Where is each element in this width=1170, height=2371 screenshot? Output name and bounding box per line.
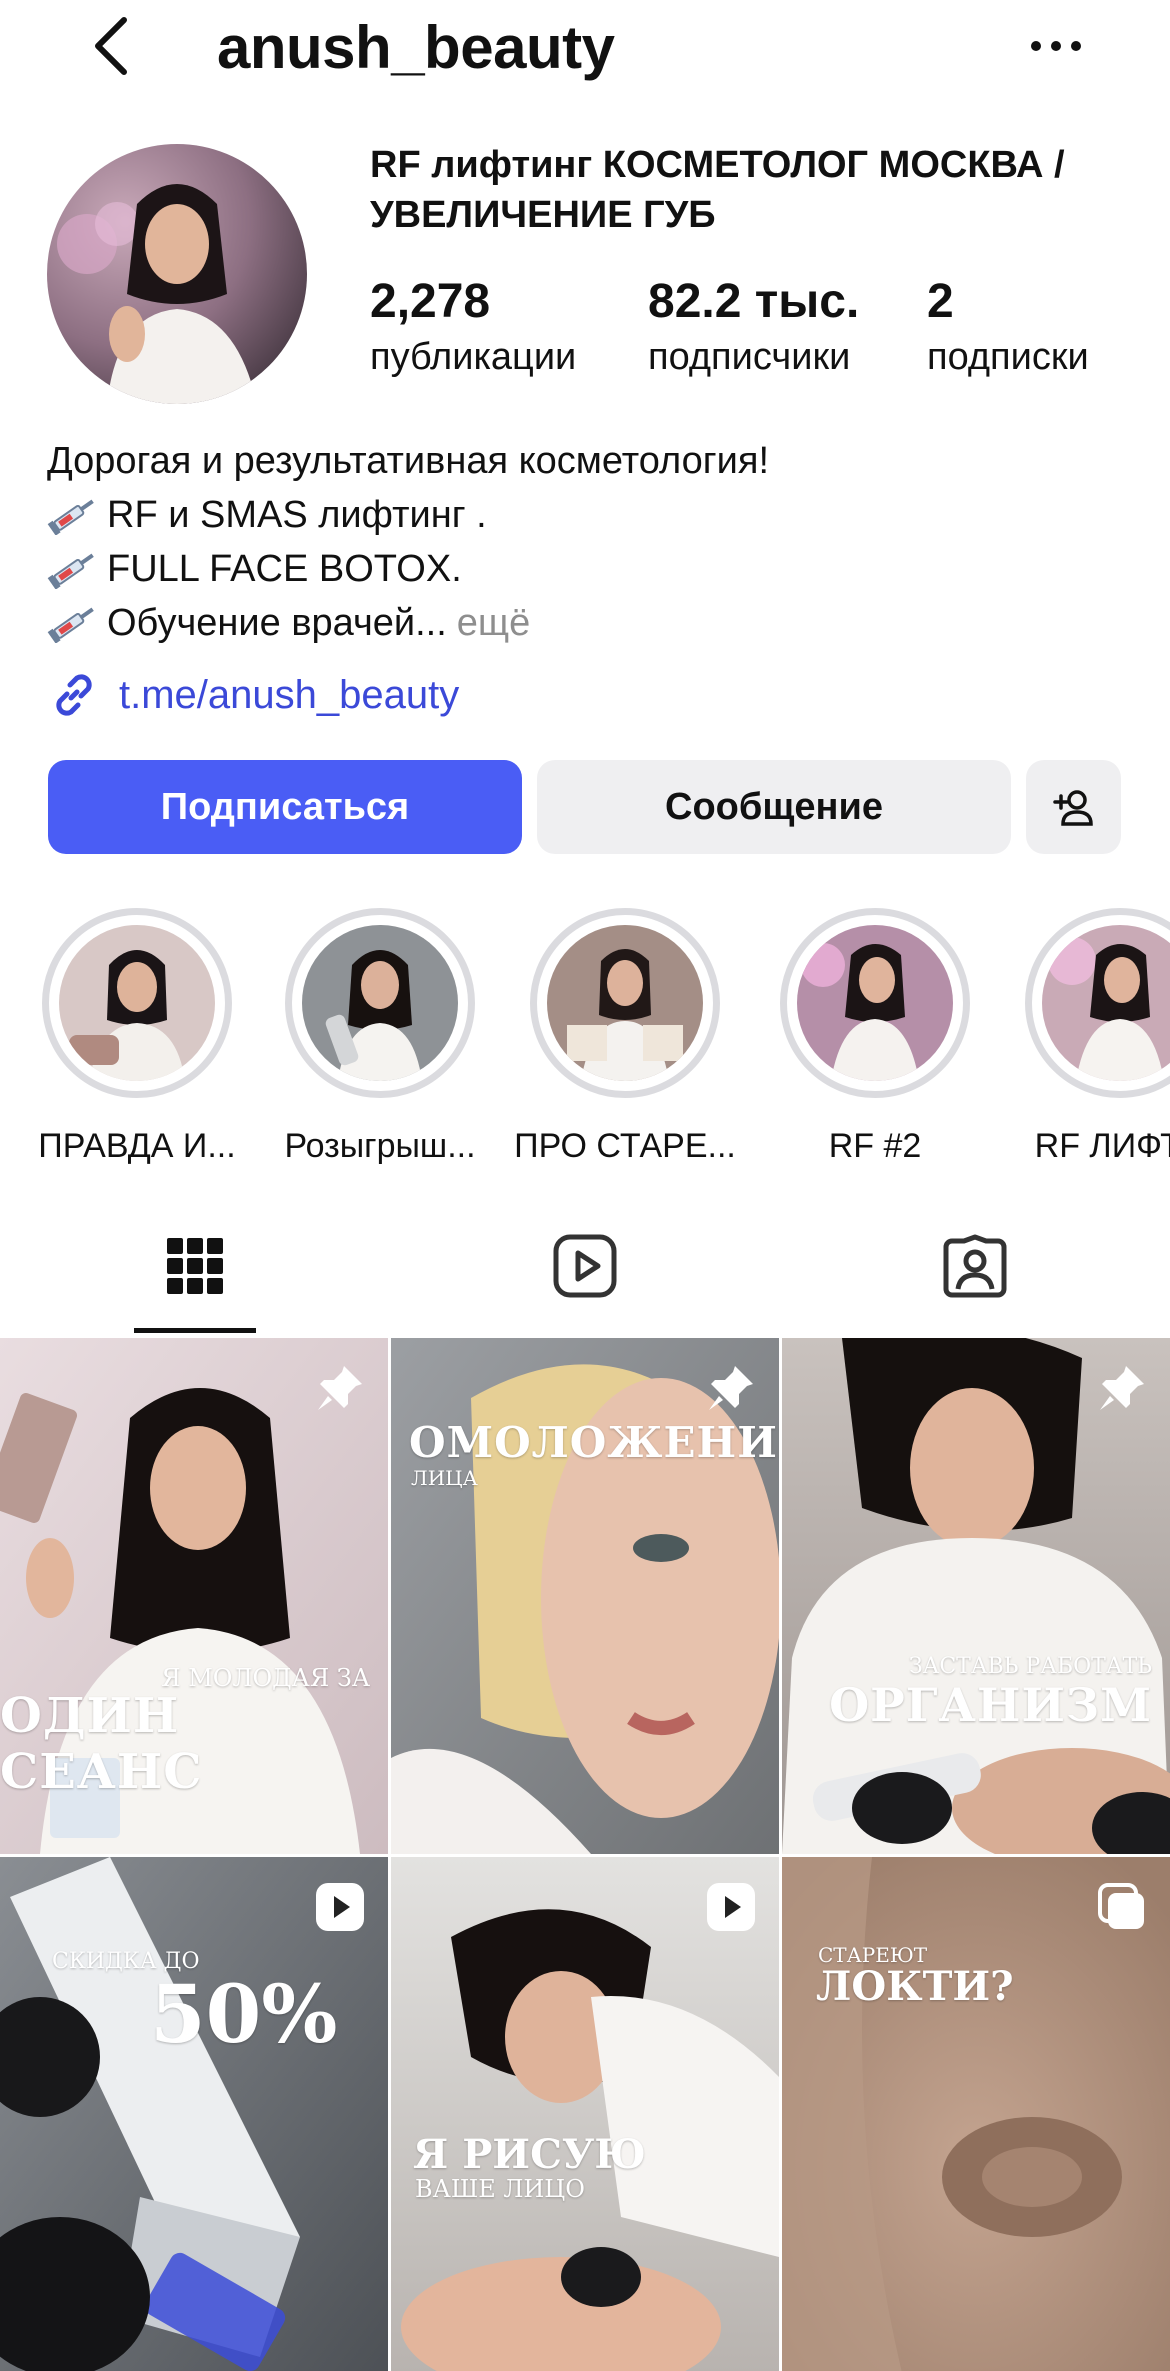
grid-icon [167,1238,223,1294]
bio-line: RF и SMAS лифтинг . [47,488,1127,542]
stat-following-value: 2 [927,275,954,328]
highlight-item[interactable]: RF #2 [750,908,1000,1166]
highlight-label: ПРО СТАРЕ... [514,1127,736,1165]
highlight-item[interactable]: ПРАВДА И... [12,908,262,1166]
syringe-icon [47,607,94,643]
post-thumbnail[interactable]: ОМОЛОЖЕНИЕ ЛИЦА [391,1338,779,1854]
bio-line: Обучение врачей... ещё [47,596,1127,650]
profile-link[interactable]: t.me/anush_beauty [47,668,459,722]
stat-following[interactable]: 2 подписки [927,272,1089,382]
highlight-cover [59,925,215,1081]
syringe-icon [47,553,94,589]
highlight-cover [797,925,953,1081]
highlight-label: Розыгрыш... [284,1127,476,1165]
tab-posts-grid[interactable] [0,1200,390,1332]
profile-link-text: t.me/anush_beauty [119,672,460,717]
highlight-ring [42,908,232,1098]
carousel-icon [1098,1883,1144,1929]
pin-icon [318,1366,362,1410]
post-caption-large: ОМОЛОЖЕНИЕ [409,1418,779,1467]
bio-line: FULL FACE BOTOX. [47,542,1127,596]
message-button[interactable]: Сообщение [537,760,1011,854]
stat-posts[interactable]: 2,278 публикации [370,272,576,382]
reel-icon [707,1883,755,1931]
profile-full-name: RF лифтинг КОСМЕТОЛОГ МОСКВА / УВЕЛИЧЕНИ… [370,144,1065,236]
pin-icon [709,1366,753,1410]
post-caption-large: ЛОКТИ? [816,1963,1014,2010]
top-bar: anush_beauty [0,0,1170,100]
highlight-cover [1042,925,1170,1081]
tagged-icon [943,1234,1007,1298]
reels-icon [553,1234,617,1298]
pin-icon [1100,1366,1144,1410]
profile-avatar[interactable] [47,144,307,404]
story-highlights: ПРАВДА И... Розыгрыш... ПРО СТАРЕ... RF … [0,908,1170,1168]
bio-text: FULL FACE BOTOX. [107,548,462,590]
link-icon [56,674,92,716]
highlight-item[interactable]: RF ЛИФТИ [995,908,1170,1166]
post-caption-small: ВАШЕ ЛИЦО [415,2175,585,2203]
suggest-users-button[interactable] [1026,760,1121,854]
bio-line: Дорогая и результативная косметология! [47,434,1127,488]
post-thumbnail[interactable]: Я МОЛОДАЯ ЗА ОДИН СЕАНС [0,1338,388,1854]
post-caption-large: ОРГАНИЗМ [829,1678,1152,1732]
post-thumbnail[interactable]: СКИДКА ДО 50% [0,1857,388,2371]
stat-posts-value: 2,278 [370,275,491,328]
highlight-ring [285,908,475,1098]
post-caption-small: ЗАСТАВЬ РАБОТАТЬ [908,1654,1152,1679]
post-thumbnail[interactable]: СТАРЕЮТ ЛОКТИ? [782,1857,1170,2371]
highlight-label: ПРАВДА И... [38,1127,236,1165]
stat-followers-value: 82.2 тыс. [648,275,860,328]
post-caption-large: Я РИСУЮ [413,2131,646,2178]
syringe-icon [47,499,94,535]
back-chevron-icon[interactable] [88,14,136,78]
highlight-cover [302,925,458,1081]
post-caption-large: 50% [150,1967,338,2061]
highlight-ring [780,908,970,1098]
active-tab-indicator [134,1328,256,1333]
profile-username: anush_beauty [217,14,615,81]
highlight-item[interactable]: ПРО СТАРЕ... [500,908,750,1166]
post-thumbnail[interactable]: Я РИСУЮ ВАШЕ ЛИЦО [391,1857,779,2371]
stat-following-label: подписки [927,336,1089,378]
follow-button[interactable]: Подписаться [48,760,522,854]
bio-more-link[interactable]: ещё [457,596,531,650]
highlight-ring [1025,908,1170,1098]
highlight-cover [547,925,703,1081]
tab-reels[interactable] [390,1200,780,1332]
highlight-label: RF ЛИФТИ [1034,1127,1170,1165]
bio-text: Обучение врачей... [107,602,447,644]
add-person-icon [1052,790,1093,826]
highlight-label: RF #2 [828,1127,922,1165]
more-options-icon[interactable] [1028,26,1084,66]
post-thumbnail[interactable]: ЗАСТАВЬ РАБОТАТЬ ОРГАНИЗМ [782,1338,1170,1854]
profile-bio: Дорогая и результативная косметология! R… [47,434,1127,650]
post-caption-small: ЛИЦА [411,1466,478,1490]
reel-icon [316,1883,364,1931]
stat-followers-label: подписчики [648,336,851,378]
stat-posts-label: публикации [370,336,577,378]
stat-followers[interactable]: 82.2 тыс. подписчики [648,272,859,382]
bio-text: RF и SMAS лифтинг . [107,494,487,536]
highlight-item[interactable]: Розыгрыш... [255,908,505,1166]
bio-text: Дорогая и результативная косметология! [47,440,769,482]
post-caption-large: ОДИН СЕАНС [0,1688,203,1800]
tab-tagged[interactable] [780,1200,1170,1332]
profile-tabs [0,1200,1170,1336]
highlight-ring [530,908,720,1098]
